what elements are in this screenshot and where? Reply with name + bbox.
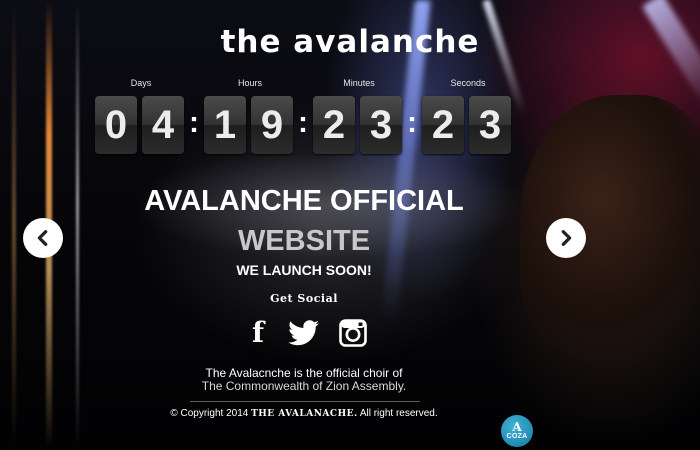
instagram-link[interactable] — [338, 318, 368, 348]
coza-logo-icon: A — [512, 420, 522, 434]
facebook-link[interactable]: f — [247, 318, 269, 348]
headline-line2: WEBSITE — [237, 225, 371, 257]
coza-badge-label: COZA — [506, 433, 528, 440]
coza-badge[interactable]: A COZA — [501, 415, 533, 447]
countdown-label-days: Days — [130, 78, 152, 88]
countdown-digit-minutes-tens: 2 — [313, 96, 355, 154]
instagram-icon — [339, 319, 367, 347]
site-title: the avalanche — [220, 24, 480, 60]
countdown-digit-days-tens: 0 — [95, 96, 137, 154]
launch-message: WE LAUNCH SOON! — [236, 262, 372, 278]
about-text-line1: The Avalacnche is the official choir of — [205, 366, 403, 380]
twitter-icon — [288, 320, 319, 346]
countdown-digit-hours-ones: 9 — [251, 96, 293, 154]
countdown-label-seconds: Seconds — [450, 78, 486, 88]
social-heading: Get Social — [270, 292, 338, 305]
countdown-digit-seconds-tens: 2 — [422, 96, 464, 154]
countdown-digit-seconds-ones: 3 — [469, 96, 511, 154]
twitter-link[interactable] — [287, 318, 321, 348]
about-text-line2: The Commonwealth of Zion Assembly. — [201, 379, 407, 393]
hero-background: the avalanche Days Hours Minutes Seconds… — [0, 0, 700, 450]
countdown-digit-days-ones: 4 — [142, 96, 184, 154]
countdown-separator: : — [189, 106, 199, 139]
copyright-suffix: All right reserved. — [359, 408, 438, 419]
countdown-label-hours: Hours — [237, 78, 262, 88]
footer-divider — [190, 401, 420, 402]
countdown-timer: Days Hours Minutes Seconds 0 4 : 1 9 : 2… — [94, 78, 514, 154]
copyright-brand: THE AVALANACHE. — [251, 409, 358, 419]
countdown-label-minutes: Minutes — [343, 78, 375, 88]
facebook-icon: f — [251, 316, 265, 349]
countdown-digit-hours-tens: 1 — [204, 96, 246, 154]
countdown-separator: : — [407, 106, 417, 139]
headline-line1: AVALANCHE OFFICIAL — [144, 185, 464, 217]
copyright-prefix: © Copyright 2014 — [170, 408, 249, 419]
countdown-digit-minutes-ones: 3 — [360, 96, 402, 154]
countdown-separator: : — [298, 106, 308, 139]
